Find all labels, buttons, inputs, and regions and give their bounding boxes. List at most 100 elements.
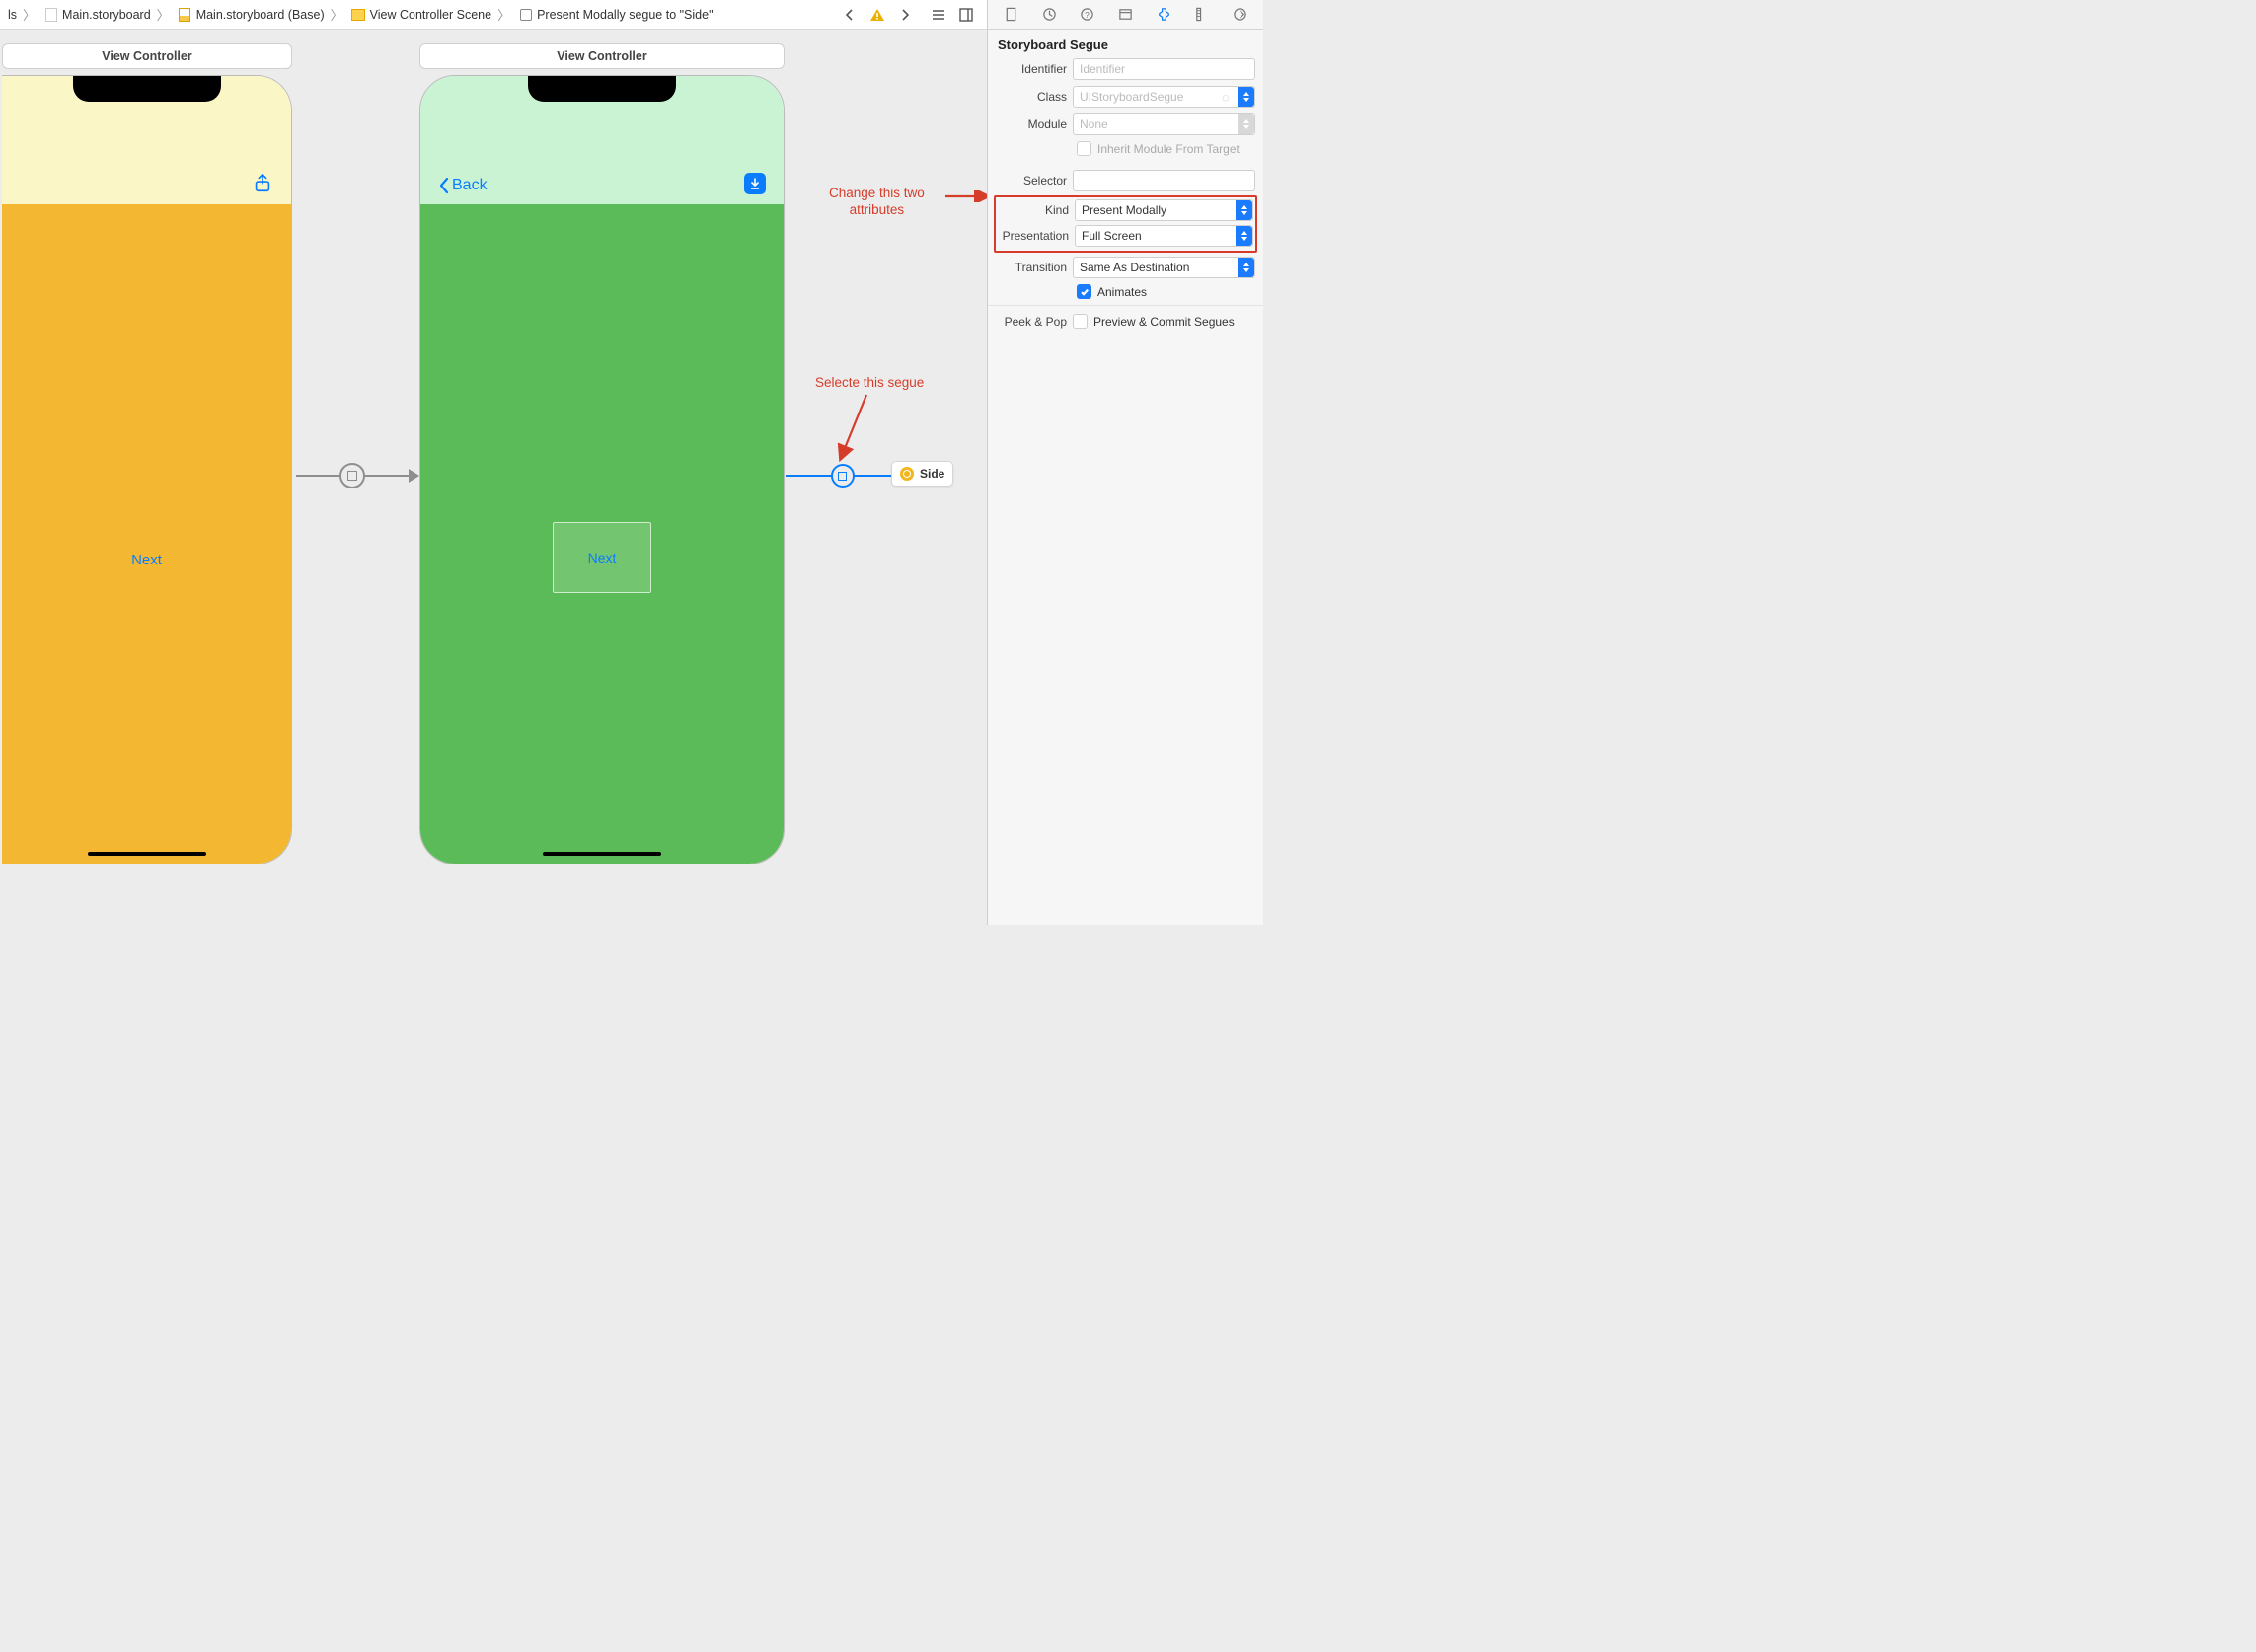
back-label: Back xyxy=(452,177,488,194)
inspector-body: Identifier Class UIStoryboardSegue ◌ Mod… xyxy=(988,58,1263,346)
outline-toggle-icon[interactable] xyxy=(930,6,947,24)
checkbox-label: Preview & Commit Segues xyxy=(1093,315,1235,329)
file-inspector-tab[interactable] xyxy=(999,3,1022,27)
chevron-updown-icon[interactable] xyxy=(1236,226,1252,246)
peekpop-label: Peek & Pop xyxy=(996,315,1067,329)
scene1-title[interactable]: View Controller xyxy=(2,43,292,69)
combo-value: UIStoryboardSegue xyxy=(1080,90,1183,104)
crumb-text: Main.storyboard xyxy=(62,8,151,22)
home-indicator xyxy=(543,852,661,856)
scene1-view-controller[interactable]: Next xyxy=(2,75,292,864)
scene2-view-controller[interactable]: Back Next xyxy=(419,75,785,864)
kind-combobox[interactable]: Present Modally xyxy=(1075,199,1253,221)
combo-value: Full Screen xyxy=(1082,229,1142,243)
presentation-combobox[interactable]: Full Screen xyxy=(1075,225,1253,247)
attributes-inspector-tab[interactable] xyxy=(1152,3,1175,27)
inspector-section-title: Storyboard Segue xyxy=(988,30,1263,58)
back-button[interactable]: Back xyxy=(438,177,488,194)
crumb-text: Main.storyboard (Base) xyxy=(196,8,325,22)
help-inspector-tab[interactable]: ? xyxy=(1076,3,1099,27)
history-inspector-tab[interactable] xyxy=(1037,3,1061,27)
chevron-updown-icon[interactable] xyxy=(1238,87,1254,107)
scene2-container-view[interactable]: Next xyxy=(553,522,651,593)
annotation-arrow-icon xyxy=(945,190,987,202)
segue-scene1-to-scene2[interactable] xyxy=(296,460,419,491)
crumb-text: Present Modally segue to "Side" xyxy=(537,8,713,22)
crumb-scene[interactable]: View Controller Scene 〉 xyxy=(349,5,514,24)
module-combobox[interactable]: None xyxy=(1073,113,1255,135)
identity-inspector-tab[interactable] xyxy=(1113,3,1137,27)
selector-label: Selector xyxy=(996,174,1067,188)
presentation-label: Presentation xyxy=(998,229,1069,243)
button-label: Next xyxy=(131,552,162,568)
checkbox-label: Animates xyxy=(1097,285,1147,299)
arrowhead-icon xyxy=(409,469,419,483)
clear-icon[interactable]: ◌ xyxy=(1219,90,1233,104)
separator xyxy=(988,305,1263,306)
transition-combobox[interactable]: Same As Destination xyxy=(1073,257,1255,278)
warning-icon[interactable] xyxy=(868,6,886,24)
chevron-right-icon: 〉 xyxy=(329,5,345,24)
scene-title-label: View Controller xyxy=(557,49,646,63)
class-combobox[interactable]: UIStoryboardSegue ◌ xyxy=(1073,86,1255,108)
chevron-updown-icon[interactable] xyxy=(1236,200,1252,220)
scene2-body: Next xyxy=(420,204,784,864)
phone-notch xyxy=(73,76,221,102)
combo-value: Present Modally xyxy=(1082,203,1166,217)
storyboard-base-file-icon xyxy=(178,7,192,22)
nav-back-icon[interactable] xyxy=(841,6,859,24)
chevron-right-icon: 〉 xyxy=(495,5,512,24)
home-indicator xyxy=(88,852,206,856)
phone-notch xyxy=(528,76,676,102)
segue-object-icon xyxy=(518,7,533,22)
peekpop-checkbox[interactable] xyxy=(1073,314,1088,329)
highlighted-attributes-box: Kind Present Modally Presentation Full S… xyxy=(994,195,1257,253)
transition-label: Transition xyxy=(996,261,1067,274)
animates-checkbox[interactable] xyxy=(1077,284,1091,299)
crumb-text: ls xyxy=(8,8,17,22)
storyboard-reference-icon xyxy=(900,467,914,481)
combo-value: None xyxy=(1080,117,1108,131)
crumb-main-storyboard-base[interactable]: Main.storyboard (Base) 〉 xyxy=(176,5,347,24)
storyboard-canvas[interactable]: View Controller Next View Controller Bac xyxy=(0,30,987,925)
svg-text:?: ? xyxy=(1085,10,1090,20)
scene-title-label: View Controller xyxy=(102,49,191,63)
identifier-field[interactable] xyxy=(1073,58,1255,80)
module-label: Module xyxy=(996,117,1067,131)
crumb-text: View Controller Scene xyxy=(370,8,491,22)
storyboard-file-icon xyxy=(43,7,58,22)
chevron-right-icon: 〉 xyxy=(21,5,38,24)
download-icon[interactable] xyxy=(744,173,766,194)
scene2-title[interactable]: View Controller xyxy=(419,43,785,69)
size-inspector-tab[interactable] xyxy=(1190,3,1214,27)
scene-icon xyxy=(351,7,366,22)
checkbox-label: Inherit Module From Target xyxy=(1097,142,1240,156)
crumb-partial[interactable]: ls 〉 xyxy=(6,5,39,24)
inspector-tabs: ? xyxy=(988,0,1263,30)
breadcrumb-bar: ls 〉 Main.storyboard 〉 Main.storyboard (… xyxy=(0,0,987,30)
annotation-select-segue: Selecte this segue xyxy=(815,375,924,392)
scene1-body: Next xyxy=(2,204,291,864)
class-label: Class xyxy=(996,90,1067,104)
selector-field[interactable] xyxy=(1073,170,1255,191)
inherit-module-checkbox[interactable] xyxy=(1077,141,1091,156)
reference-label: Side xyxy=(920,467,944,481)
segue-node-icon xyxy=(339,463,365,488)
connections-inspector-tab[interactable] xyxy=(1229,3,1252,27)
annotation-arrow-icon xyxy=(835,393,874,470)
share-icon[interactable] xyxy=(252,171,273,194)
adjust-editor-icon[interactable] xyxy=(957,6,975,24)
nav-forward-icon[interactable] xyxy=(896,6,914,24)
button-label: Next xyxy=(588,550,617,565)
crumb-segue[interactable]: Present Modally segue to "Side" xyxy=(516,7,714,22)
chevron-updown-icon[interactable] xyxy=(1238,114,1254,134)
topbar-right-controls xyxy=(841,6,981,24)
scene1-next-button[interactable]: Next xyxy=(131,552,162,568)
chevron-updown-icon[interactable] xyxy=(1238,258,1254,277)
crumb-main-storyboard[interactable]: Main.storyboard 〉 xyxy=(41,5,174,24)
annotation-change-attrs: Change this two attributes xyxy=(829,186,925,219)
chevron-right-icon: 〉 xyxy=(155,5,172,24)
storyboard-reference-side[interactable]: Side xyxy=(891,461,953,487)
combo-value: Same As Destination xyxy=(1080,261,1189,274)
inspector-panel: ? Storyboard Segue Identifier Class UISt… xyxy=(987,0,1263,925)
